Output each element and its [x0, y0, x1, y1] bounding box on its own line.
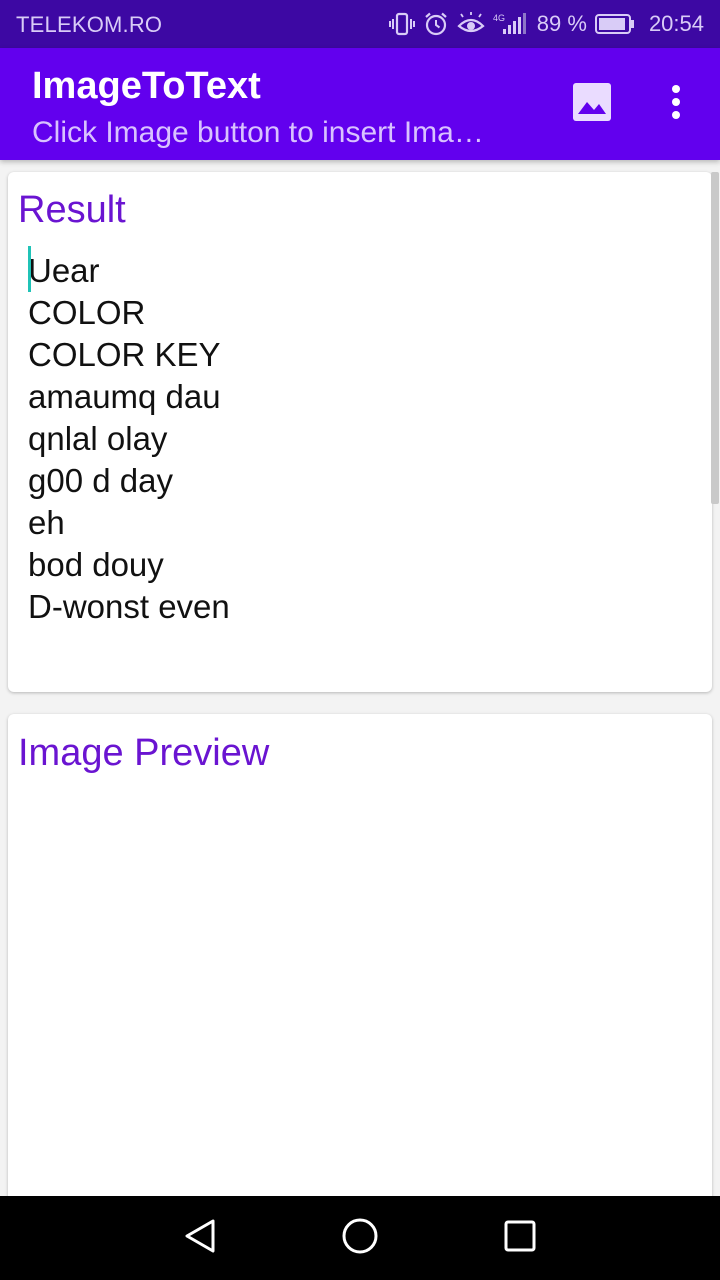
- image-preview-title: Image Preview: [18, 732, 270, 774]
- result-line: amaumq dau: [28, 378, 221, 415]
- carrier-name: TELEKOM.RO: [16, 12, 163, 37]
- back-button[interactable]: [176, 1214, 224, 1262]
- image-preview-card: Image Preview: [8, 714, 712, 1214]
- app-title: ImageToText: [32, 65, 261, 107]
- result-text-field[interactable]: Uear COLOR COLOR KEY amaumq dau qnlal ol…: [28, 246, 688, 628]
- app-bar: ImageToText Click Image button to insert…: [0, 48, 720, 160]
- result-title: Result: [18, 189, 126, 231]
- result-line: eh: [28, 504, 65, 541]
- vibrate-icon: [388, 12, 415, 36]
- recents-button[interactable]: [496, 1214, 544, 1262]
- recents-icon: [503, 1219, 537, 1258]
- app-subtitle: Click Image button to insert Ima…: [32, 116, 484, 149]
- result-card: Result Uear COLOR COLOR KEY amaumq dau q…: [8, 172, 712, 692]
- home-icon: [341, 1217, 379, 1260]
- signal-icon: 4G: [493, 12, 527, 36]
- back-icon: [183, 1218, 217, 1259]
- result-line: COLOR: [28, 294, 146, 331]
- navigation-bar: [0, 1196, 720, 1280]
- alarm-icon: [423, 11, 449, 37]
- result-line: COLOR KEY: [28, 336, 221, 373]
- eye-comfort-icon: [457, 12, 485, 36]
- status-icons: 4G 89 % 20:54: [388, 10, 704, 38]
- more-options-button[interactable]: [656, 78, 696, 130]
- home-button[interactable]: [336, 1214, 384, 1262]
- result-line: Uear: [28, 252, 100, 289]
- image-preview-area: [18, 790, 702, 1200]
- battery-percent: 89 %: [536, 11, 587, 36]
- insert-image-button[interactable]: [566, 78, 618, 130]
- clock: 20:54: [648, 11, 704, 36]
- result-line: bod douy: [28, 546, 164, 583]
- network-type-label: 4G: [493, 13, 505, 23]
- text-cursor: [28, 246, 31, 292]
- result-line: qnlal olay: [28, 420, 168, 457]
- result-line: g00 d day: [28, 462, 173, 499]
- image-icon: [573, 82, 611, 126]
- more-vert-icon: [670, 84, 682, 125]
- battery-icon: [594, 14, 635, 34]
- status-bar: TELEKOM.RO 4G 89 % 20:54: [0, 0, 720, 48]
- result-line: D-wonst even: [28, 588, 230, 625]
- scrollbar[interactable]: [711, 172, 719, 504]
